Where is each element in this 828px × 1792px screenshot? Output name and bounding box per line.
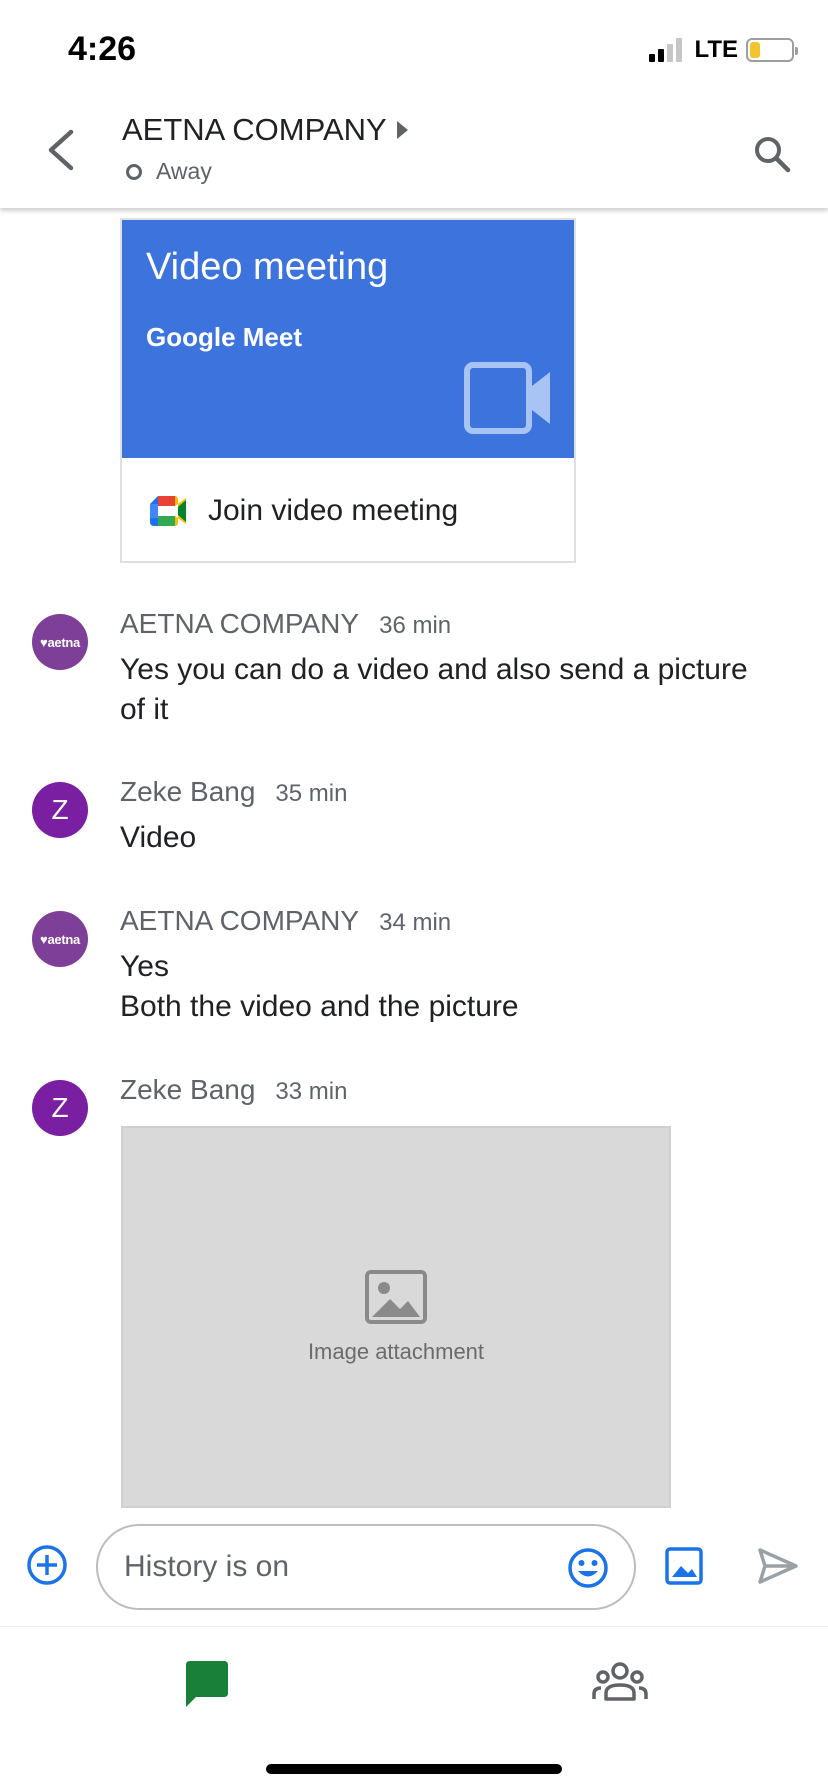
- people-icon[interactable]: [592, 1655, 648, 1711]
- message-text: Yes Both the video and the picture: [120, 947, 760, 1027]
- add-circle-icon[interactable]: [26, 1544, 68, 1586]
- video-meeting-banner: Video meeting Google Meet: [122, 220, 574, 458]
- conversation-name: AETNA COMPANY: [122, 112, 387, 147]
- sender-avatar[interactable]: ♥aetna: [32, 911, 88, 967]
- attachment-placeholder-label: Image attachment: [307, 1339, 485, 1364]
- message-meta: AETNA COMPANY 34 min: [120, 905, 451, 937]
- home-indicator[interactable]: [266, 1764, 562, 1774]
- presence-away-icon: [126, 163, 142, 180]
- conversation-header: AETNA COMPANY Away: [0, 100, 828, 208]
- video-camera-icon: [464, 362, 550, 434]
- message-meta: Zeke Bang 33 min: [120, 1074, 347, 1106]
- send-icon[interactable]: [756, 1544, 800, 1588]
- sender-avatar[interactable]: Z: [32, 1080, 88, 1136]
- message-input[interactable]: [124, 1544, 544, 1590]
- message-time: 33 min: [275, 1078, 348, 1105]
- message-meta: AETNA COMPANY 36 min: [120, 608, 451, 640]
- sender-name: Zeke Bang: [120, 776, 256, 807]
- google-meet-icon: [150, 495, 186, 526]
- emoji-icon[interactable]: [566, 1546, 610, 1590]
- presence-label: Away: [156, 158, 212, 184]
- status-time: 4:26: [68, 30, 137, 68]
- network-type: LTE: [694, 36, 738, 63]
- chat-icon[interactable]: [178, 1655, 234, 1711]
- search-icon: [755, 137, 791, 173]
- join-video-meeting-button[interactable]: Join video meeting: [122, 458, 574, 563]
- search-button[interactable]: [746, 128, 798, 180]
- back-button[interactable]: [36, 122, 84, 178]
- message-time: 34 min: [379, 909, 452, 936]
- message-composer: [0, 1508, 828, 1626]
- video-meeting-subtitle: Google Meet: [146, 322, 303, 352]
- sender-name: AETNA COMPANY: [120, 608, 360, 639]
- message-list[interactable]: Video meeting Google Meet Join video mee…: [0, 208, 828, 1508]
- sender-name: Zeke Bang: [120, 1074, 256, 1105]
- join-video-meeting-label: Join video meeting: [208, 493, 459, 527]
- video-meeting-title: Video meeting: [146, 246, 389, 288]
- message-time: 36 min: [379, 612, 452, 639]
- message-input-container: [96, 1524, 636, 1610]
- status-indicators: LTE: [649, 36, 798, 64]
- chevron-left-icon: [48, 129, 74, 171]
- video-meeting-card: Video meeting Google Meet Join video mee…: [120, 218, 576, 563]
- image-attachment-placeholder[interactable]: Image attachment: [121, 1126, 671, 1508]
- conversation-title-block[interactable]: AETNA COMPANY Away: [122, 112, 408, 185]
- signal-strength-icon: [649, 38, 683, 62]
- presence-status: Away: [122, 158, 408, 185]
- status-bar: 4:26 LTE: [0, 0, 828, 100]
- conversation-title[interactable]: AETNA COMPANY: [122, 112, 408, 148]
- message-text: Video: [120, 821, 197, 854]
- image-upload-icon[interactable]: [664, 1546, 704, 1586]
- image-icon: [365, 1270, 427, 1324]
- message-line: Both the video and the picture: [120, 990, 519, 1023]
- bottom-navigation: [0, 1626, 828, 1792]
- sender-avatar[interactable]: ♥aetna: [32, 614, 88, 670]
- message-text: Yes you can do a video and also send a p…: [120, 653, 748, 726]
- sender-name: AETNA COMPANY: [120, 905, 360, 936]
- battery-icon: [746, 38, 798, 62]
- message-time: 35 min: [275, 780, 348, 807]
- sender-avatar[interactable]: Z: [32, 782, 88, 838]
- caret-right-icon: [396, 121, 408, 139]
- message-meta: Zeke Bang 35 min: [120, 776, 347, 808]
- message-line: Yes: [120, 950, 169, 983]
